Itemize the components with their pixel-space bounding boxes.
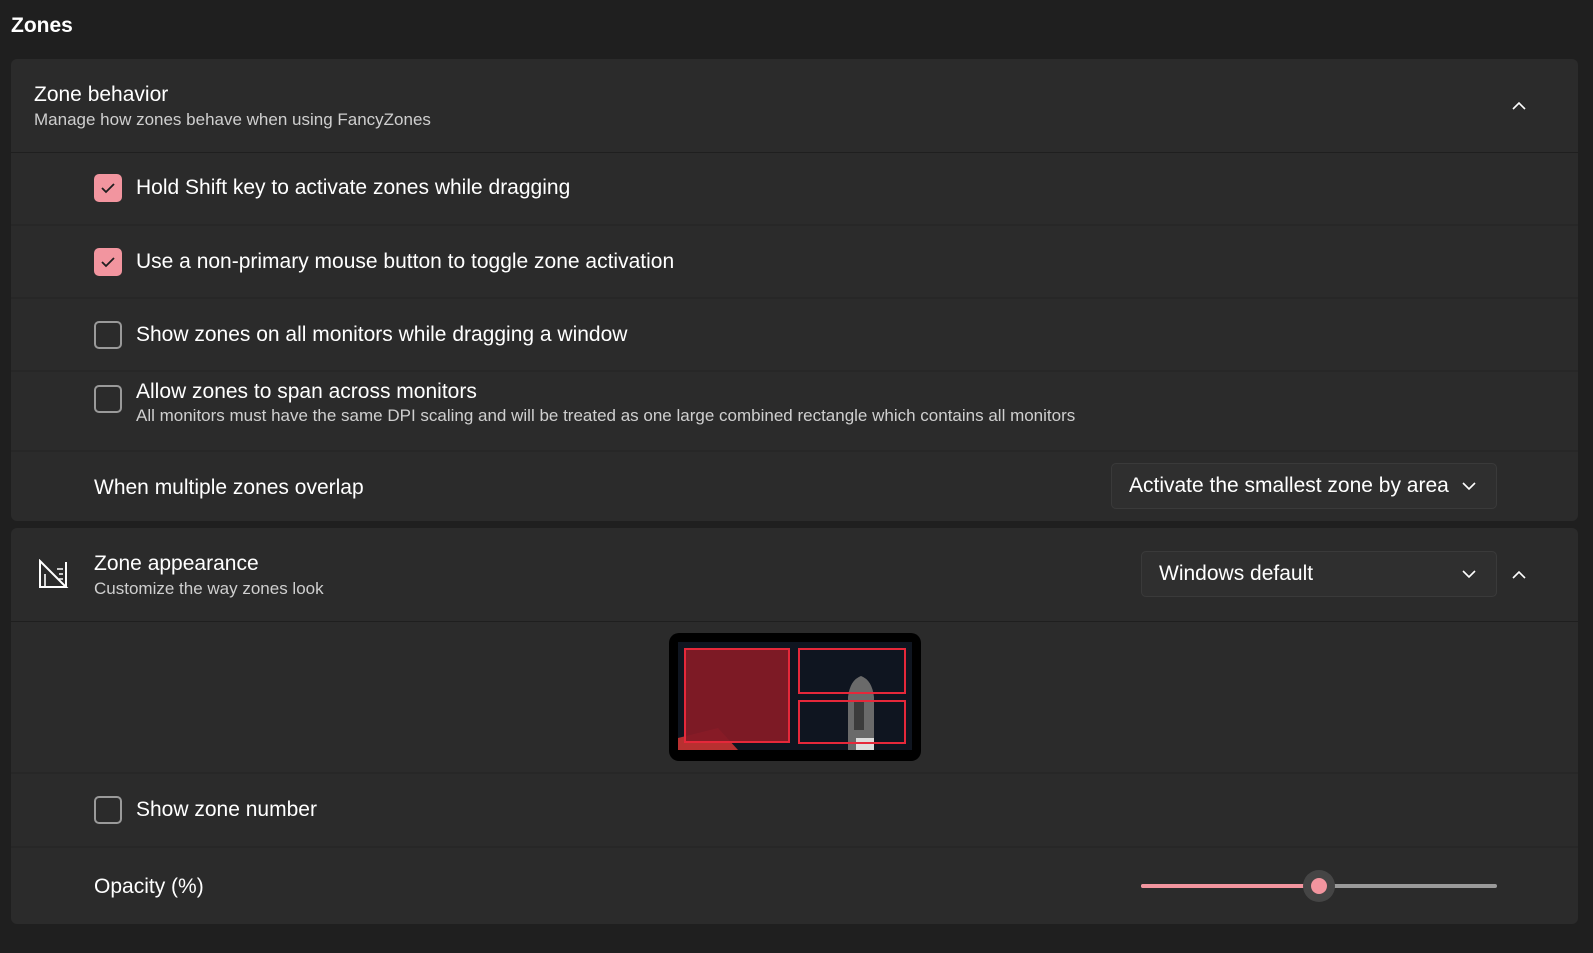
opacity-slider[interactable] <box>1141 870 1497 902</box>
opacity-row: Opacity (%) <box>11 848 1578 924</box>
ruler-triangle-icon <box>37 558 69 591</box>
zone-left <box>684 648 790 743</box>
zone-appearance-title: Zone appearance <box>94 552 259 575</box>
zone-preview-screen <box>678 642 912 750</box>
zone-behavior-title: Zone behavior <box>34 83 169 106</box>
opacity-label: Opacity (%) <box>94 875 204 898</box>
zone-appearance-description: Customize the way zones look <box>94 579 324 598</box>
show-all-monitors-label: Show zones on all monitors while draggin… <box>136 323 628 346</box>
overlap-dropdown[interactable]: Activate the smallest zone by area <box>1111 463 1497 509</box>
show-all-monitors-checkbox[interactable] <box>94 321 122 349</box>
zone-preview-row <box>11 622 1578 774</box>
page-title: Zones <box>11 14 73 37</box>
option-row-non-primary-mouse: Use a non-primary mouse button to toggle… <box>11 226 1578 299</box>
theme-dropdown-value: Windows default <box>1159 562 1314 585</box>
show-zone-number-checkbox[interactable] <box>94 796 122 824</box>
non-primary-mouse-label: Use a non-primary mouse button to toggle… <box>136 250 675 273</box>
zone-appearance-card: Zone appearance Customize the way zones … <box>11 528 1578 924</box>
zone-appearance-header[interactable]: Zone appearance Customize the way zones … <box>11 528 1578 622</box>
option-row-show-all-monitors: Show zones on all monitors while draggin… <box>11 299 1578 372</box>
zone-behavior-header[interactable]: Zone behavior Manage how zones behave wh… <box>11 59 1578 153</box>
zone-top-right <box>798 648 906 694</box>
span-monitors-checkbox[interactable] <box>94 385 122 413</box>
span-monitors-description: All monitors must have the same DPI scal… <box>136 406 1076 425</box>
overlap-label: When multiple zones overlap <box>94 476 364 499</box>
opacity-slider-fill <box>1141 884 1319 888</box>
zone-behavior-card: Zone behavior Manage how zones behave wh… <box>11 59 1578 521</box>
theme-dropdown[interactable]: Windows default <box>1141 551 1497 597</box>
checkmark-icon <box>101 257 115 268</box>
zone-appearance-collapse-button[interactable] <box>1505 560 1533 588</box>
checkmark-icon <box>101 183 115 194</box>
hold-shift-checkbox[interactable] <box>94 174 122 202</box>
span-monitors-label: Allow zones to span across monitors <box>136 380 477 403</box>
chevron-down-icon <box>1462 482 1476 491</box>
chevron-up-icon <box>1512 101 1526 110</box>
option-row-hold-shift: Hold Shift key to activate zones while d… <box>11 153 1578 226</box>
zone-behavior-description: Manage how zones behave when using Fancy… <box>34 110 431 129</box>
option-row-span-monitors: Allow zones to span across monitors All … <box>11 372 1578 452</box>
hold-shift-label: Hold Shift key to activate zones while d… <box>136 176 571 199</box>
zone-behavior-collapse-button[interactable] <box>1505 91 1533 119</box>
show-zone-number-row: Show zone number <box>11 774 1578 848</box>
chevron-down-icon <box>1462 570 1476 579</box>
chevron-up-icon <box>1512 570 1526 579</box>
show-zone-number-label: Show zone number <box>136 798 317 821</box>
zone-preview <box>669 633 921 761</box>
overlap-row: When multiple zones overlap Activate the… <box>11 452 1578 521</box>
overlap-dropdown-value: Activate the smallest zone by area <box>1129 474 1449 497</box>
opacity-slider-thumb[interactable] <box>1303 870 1335 902</box>
non-primary-mouse-checkbox[interactable] <box>94 248 122 276</box>
zone-bottom-right <box>798 700 906 744</box>
